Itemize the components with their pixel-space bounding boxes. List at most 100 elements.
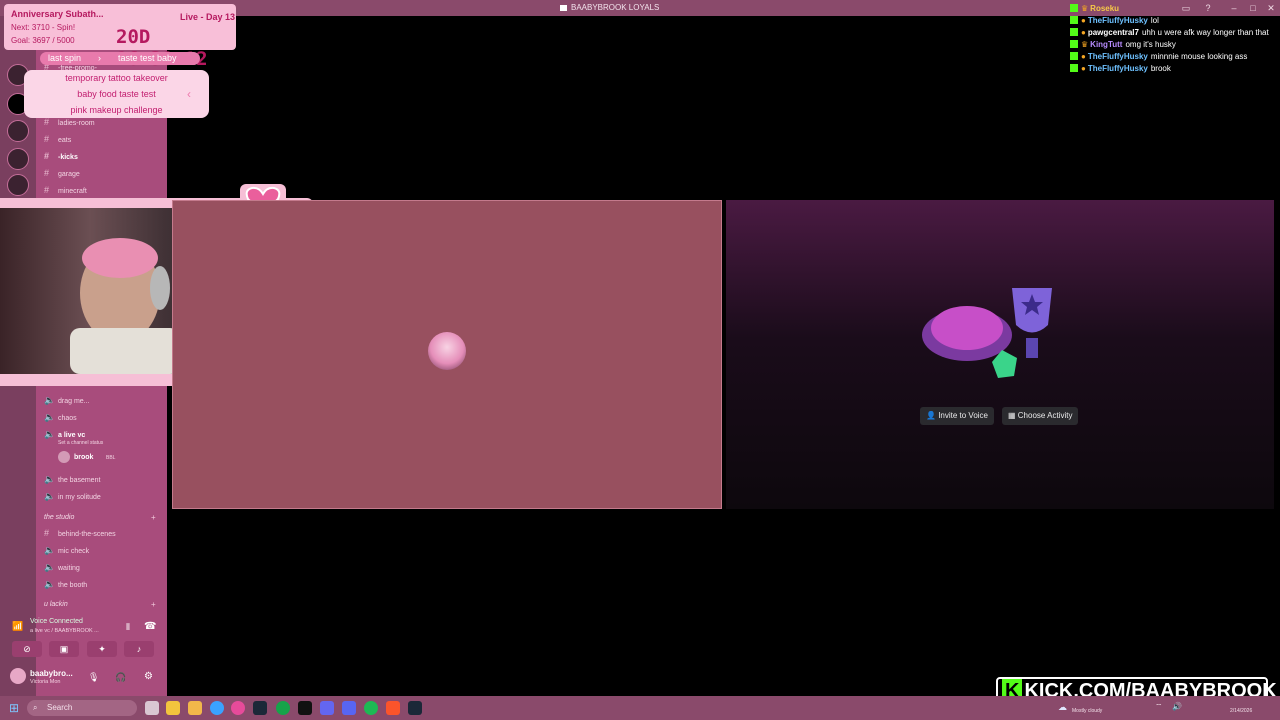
add-channel-icon[interactable]: +	[151, 600, 156, 609]
invite-to-voice-button[interactable]: 👤 Invite to Voice	[920, 407, 994, 425]
choose-activity-button[interactable]: ▦ Choose Activity	[1002, 407, 1079, 425]
badge-icon: ♛	[1081, 4, 1089, 13]
voice-channel-path[interactable]: a live vc / BAABYBROOK ...	[30, 628, 99, 634]
server-icon[interactable]	[7, 174, 29, 196]
headphones-icon[interactable]: 🎧	[115, 672, 126, 683]
tiktok-icon[interactable]	[298, 701, 312, 715]
last-spin-value: taste test baby	[118, 53, 177, 63]
noise-suppression-icon[interactable]: ⦀	[126, 622, 130, 633]
voice-member-name[interactable]: brook	[74, 454, 93, 461]
taskbar-search[interactable]: ⌕ Search	[27, 700, 137, 716]
kick-icon	[1070, 40, 1078, 48]
task-view-icon[interactable]	[145, 701, 159, 715]
channel-item[interactable]: # eats	[44, 134, 71, 144]
kick-icon	[1070, 28, 1078, 36]
channel-item[interactable]: # garage	[44, 168, 80, 178]
steam-icon[interactable]	[253, 701, 267, 715]
badge-icon: ●	[1081, 64, 1086, 73]
chevron-right-icon: ›	[98, 53, 101, 63]
category-header[interactable]: the studio	[44, 514, 74, 521]
chat-message: ● TheFluffyHusky minnnie mouse looking ass	[1070, 52, 1247, 61]
weather-status[interactable]: Mostly cloudy	[1072, 708, 1102, 714]
badge-icon: ●	[1081, 16, 1086, 25]
subathon-day: Live - Day 13	[180, 12, 236, 22]
trophy-icon	[922, 288, 1052, 378]
network-icon[interactable]: ⌔	[1155, 702, 1163, 712]
sticky-notes-icon[interactable]	[166, 701, 180, 715]
voice-channel-active[interactable]: 🔈 a live vc	[44, 429, 85, 440]
voice-channel-item[interactable]: 🔈 chaos	[44, 412, 77, 423]
speaker-icon: 🔈	[44, 579, 56, 589]
taskbar-date[interactable]: 2/14/2026	[1230, 708, 1252, 714]
add-channel-icon[interactable]: +	[151, 513, 156, 522]
subathon-next: Next: 3710 - Spin!	[11, 23, 76, 32]
voice-channel-item[interactable]: 🔈 in my solitude	[44, 491, 101, 502]
chat-message: ● TheFluffyHusky brook	[1070, 64, 1171, 73]
voice-channel-item[interactable]: 🔈 drag me...	[44, 395, 90, 406]
volume-icon[interactable]: 🔊	[1172, 702, 1182, 711]
app-icon[interactable]	[231, 701, 245, 715]
voice-channel-item[interactable]: 🔈 waiting	[44, 562, 80, 573]
window-title: BAABYBROOK LOYALS	[560, 3, 659, 12]
hash-icon: #	[44, 168, 50, 178]
disconnect-icon[interactable]: ☎	[144, 621, 156, 632]
soundboard-button[interactable]: ♪	[124, 641, 154, 657]
avatar[interactable]	[58, 451, 70, 463]
kick-icon	[1070, 4, 1078, 12]
discord-icon[interactable]	[342, 701, 356, 715]
user-status: Victoria Mon	[30, 679, 61, 685]
channel-item[interactable]: # -kicks	[44, 151, 78, 161]
hash-icon: #	[44, 185, 50, 195]
voice-connected-status: Voice Connected	[30, 618, 83, 625]
kick-icon	[1070, 52, 1078, 60]
close-button[interactable]: ✕	[1265, 2, 1277, 14]
brave-icon[interactable]	[386, 701, 400, 715]
chat-message: ♛ KingTutt omg it's husky	[1070, 40, 1176, 49]
avatar[interactable]	[10, 668, 26, 684]
activity-button[interactable]: ✦	[87, 641, 117, 657]
signal-icon: 📶	[12, 621, 24, 631]
minimize-button[interactable]: –	[1228, 2, 1240, 14]
spotify-icon[interactable]	[364, 701, 378, 715]
spin-pointer-icon: ‹	[187, 87, 191, 101]
avatar[interactable]	[428, 332, 466, 370]
speaker-icon: 🔈	[44, 491, 56, 501]
grid-icon: ▦	[1008, 411, 1018, 420]
mic-icon[interactable]: 🎙	[88, 672, 99, 683]
chat-message: ● pawgcentral7 uhh u were afk way longer t…	[1070, 28, 1269, 37]
windows-start-icon[interactable]: ⊞	[9, 701, 19, 715]
spin-option: temporary tattoo takeover	[65, 73, 168, 83]
server-icon[interactable]	[7, 120, 29, 142]
subathon-widget: Anniversary Subath... Next: 3710 - Spin!…	[4, 4, 236, 70]
voice-channel-item[interactable]: 🔈 the basement	[44, 474, 100, 485]
chat-message: ● TheFluffyHusky lol	[1070, 16, 1159, 25]
app-icon[interactable]	[320, 701, 334, 715]
maximize-button[interactable]: □	[1247, 2, 1259, 14]
hash-icon: #	[44, 117, 50, 127]
channel-item[interactable]: # minecraft	[44, 185, 87, 195]
voice-member-tag: BBL	[106, 455, 116, 461]
voice-channel-item[interactable]: 🔈 mic check	[44, 545, 89, 556]
server-icon[interactable]	[7, 148, 29, 170]
user-name[interactable]: baabybro...	[30, 669, 73, 678]
xbox-icon[interactable]	[276, 701, 290, 715]
category-header[interactable]: u lackin	[44, 601, 68, 608]
weather-icon[interactable]: ☁	[1058, 702, 1067, 713]
browser-icon[interactable]	[210, 701, 224, 715]
search-icon: ⌕	[33, 703, 38, 712]
channel-item[interactable]: # behind-the-scenes	[44, 528, 116, 538]
steam-icon[interactable]	[408, 701, 422, 715]
speaker-icon: 🔈	[44, 395, 56, 405]
speaker-icon: 🔈	[44, 474, 56, 484]
screen-share-button[interactable]: ▣	[49, 641, 79, 657]
spin-options-list: temporary tattoo takeover baby food tast…	[24, 70, 209, 118]
settings-icon[interactable]: ⚙	[144, 671, 153, 682]
file-explorer-icon[interactable]	[188, 701, 202, 715]
channel-status[interactable]: Set a channel status	[58, 440, 103, 446]
channel-item[interactable]: # ladies-room	[44, 117, 95, 127]
activity-tile	[726, 200, 1274, 509]
help-icon[interactable]: ?	[1202, 2, 1214, 14]
inbox-icon[interactable]: ▭	[1180, 2, 1192, 14]
voice-channel-item[interactable]: 🔈 the booth	[44, 579, 87, 590]
camera-off-button[interactable]: ⊘	[12, 641, 42, 657]
